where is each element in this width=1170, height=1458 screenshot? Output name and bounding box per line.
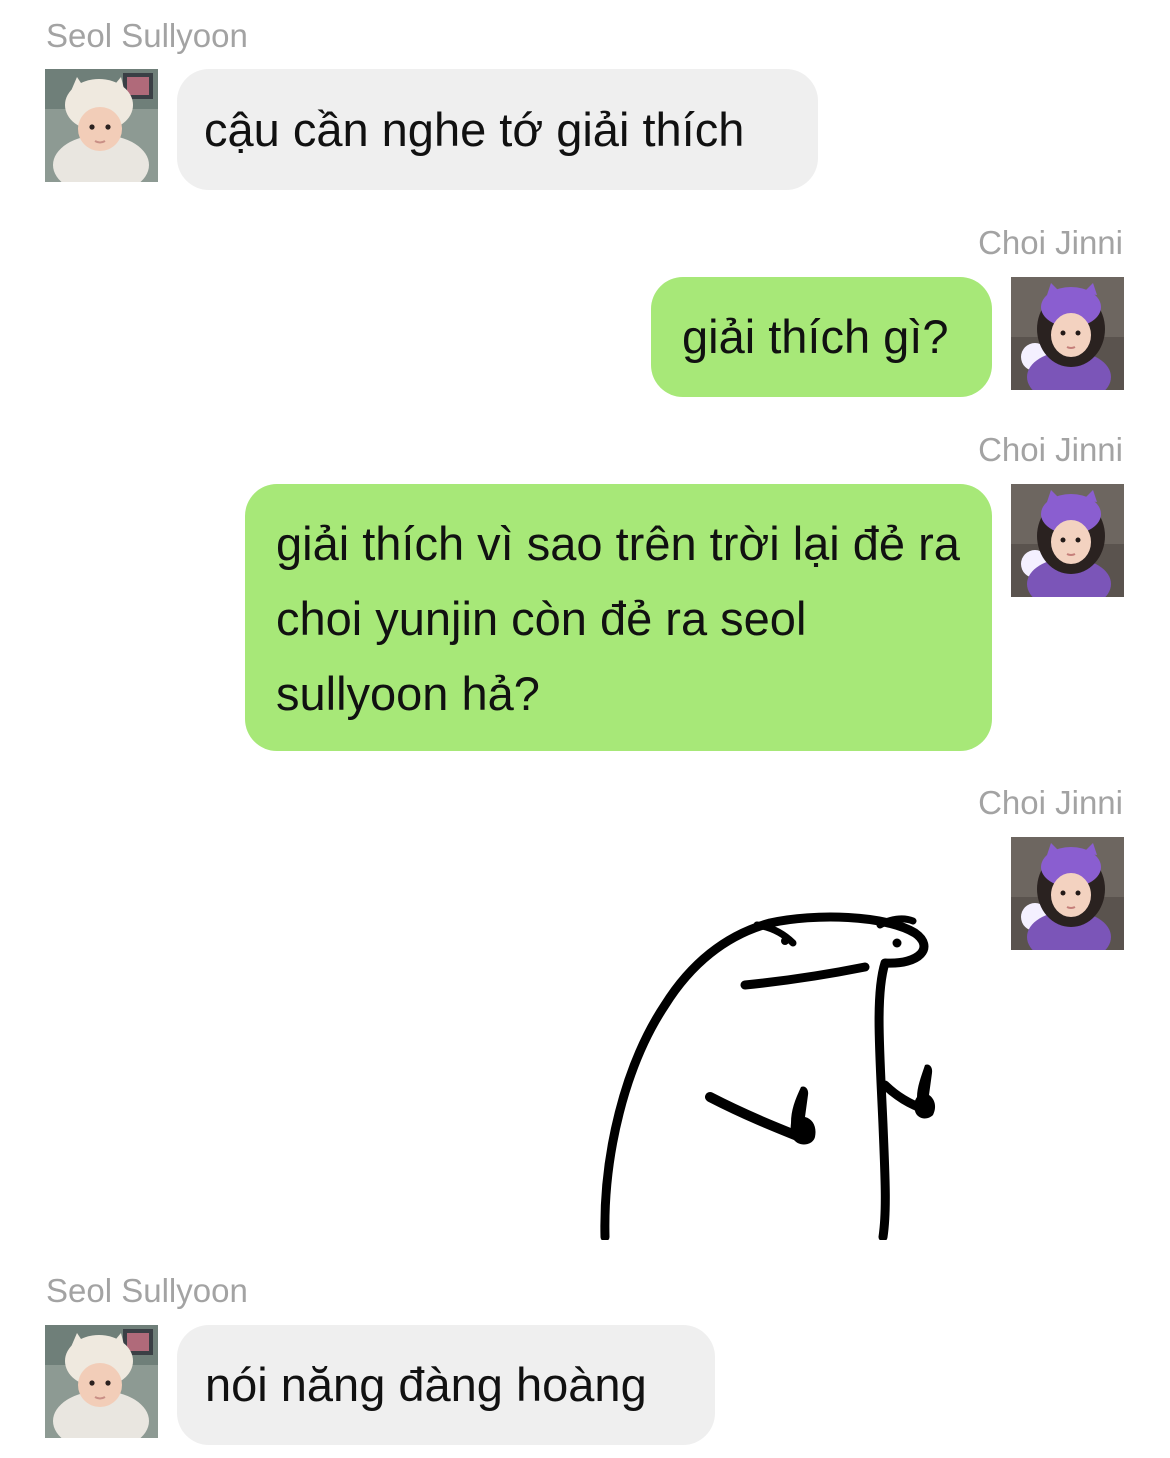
girl-avatar-icon — [1011, 277, 1124, 390]
baby-avatar-icon — [45, 69, 158, 182]
avatar-choi-jinni[interactable] — [1011, 837, 1124, 950]
message-bubble-outgoing[interactable]: giải thích vì sao trên trời lại đẻ ra ch… — [245, 484, 992, 751]
girl-avatar-icon — [1011, 484, 1124, 597]
girl-avatar-icon — [1011, 837, 1124, 950]
message-bubble-incoming[interactable]: cậu cần nghe tớ giải thích — [177, 69, 818, 190]
sender-name: Choi Jinni — [978, 431, 1123, 468]
blob-sticker-icon — [600, 912, 936, 1240]
middle-finger-blob-sticker[interactable] — [595, 905, 970, 1240]
avatar-choi-jinni[interactable] — [1011, 484, 1124, 597]
message-bubble-incoming[interactable]: nói năng đàng hoàng — [177, 1325, 715, 1445]
sender-name: Seol Sullyoon — [46, 17, 248, 54]
avatar-seol-sullyoon[interactable] — [45, 69, 158, 182]
message-text: nói năng đàng hoàng — [205, 1358, 647, 1411]
avatar-choi-jinni[interactable] — [1011, 277, 1124, 390]
message-text: giải thích gì? — [682, 310, 949, 363]
message-text: cậu cần nghe tớ giải thích — [204, 103, 745, 156]
message-text: giải thích vì sao trên trời lại đẻ ra ch… — [276, 517, 960, 720]
avatar-seol-sullyoon[interactable] — [45, 1325, 158, 1438]
sender-name: Choi Jinni — [978, 784, 1123, 821]
baby-avatar-icon — [45, 1325, 158, 1438]
message-bubble-outgoing[interactable]: giải thích gì? — [651, 277, 992, 397]
sender-name: Choi Jinni — [978, 224, 1123, 261]
sender-name: Seol Sullyoon — [46, 1272, 248, 1309]
